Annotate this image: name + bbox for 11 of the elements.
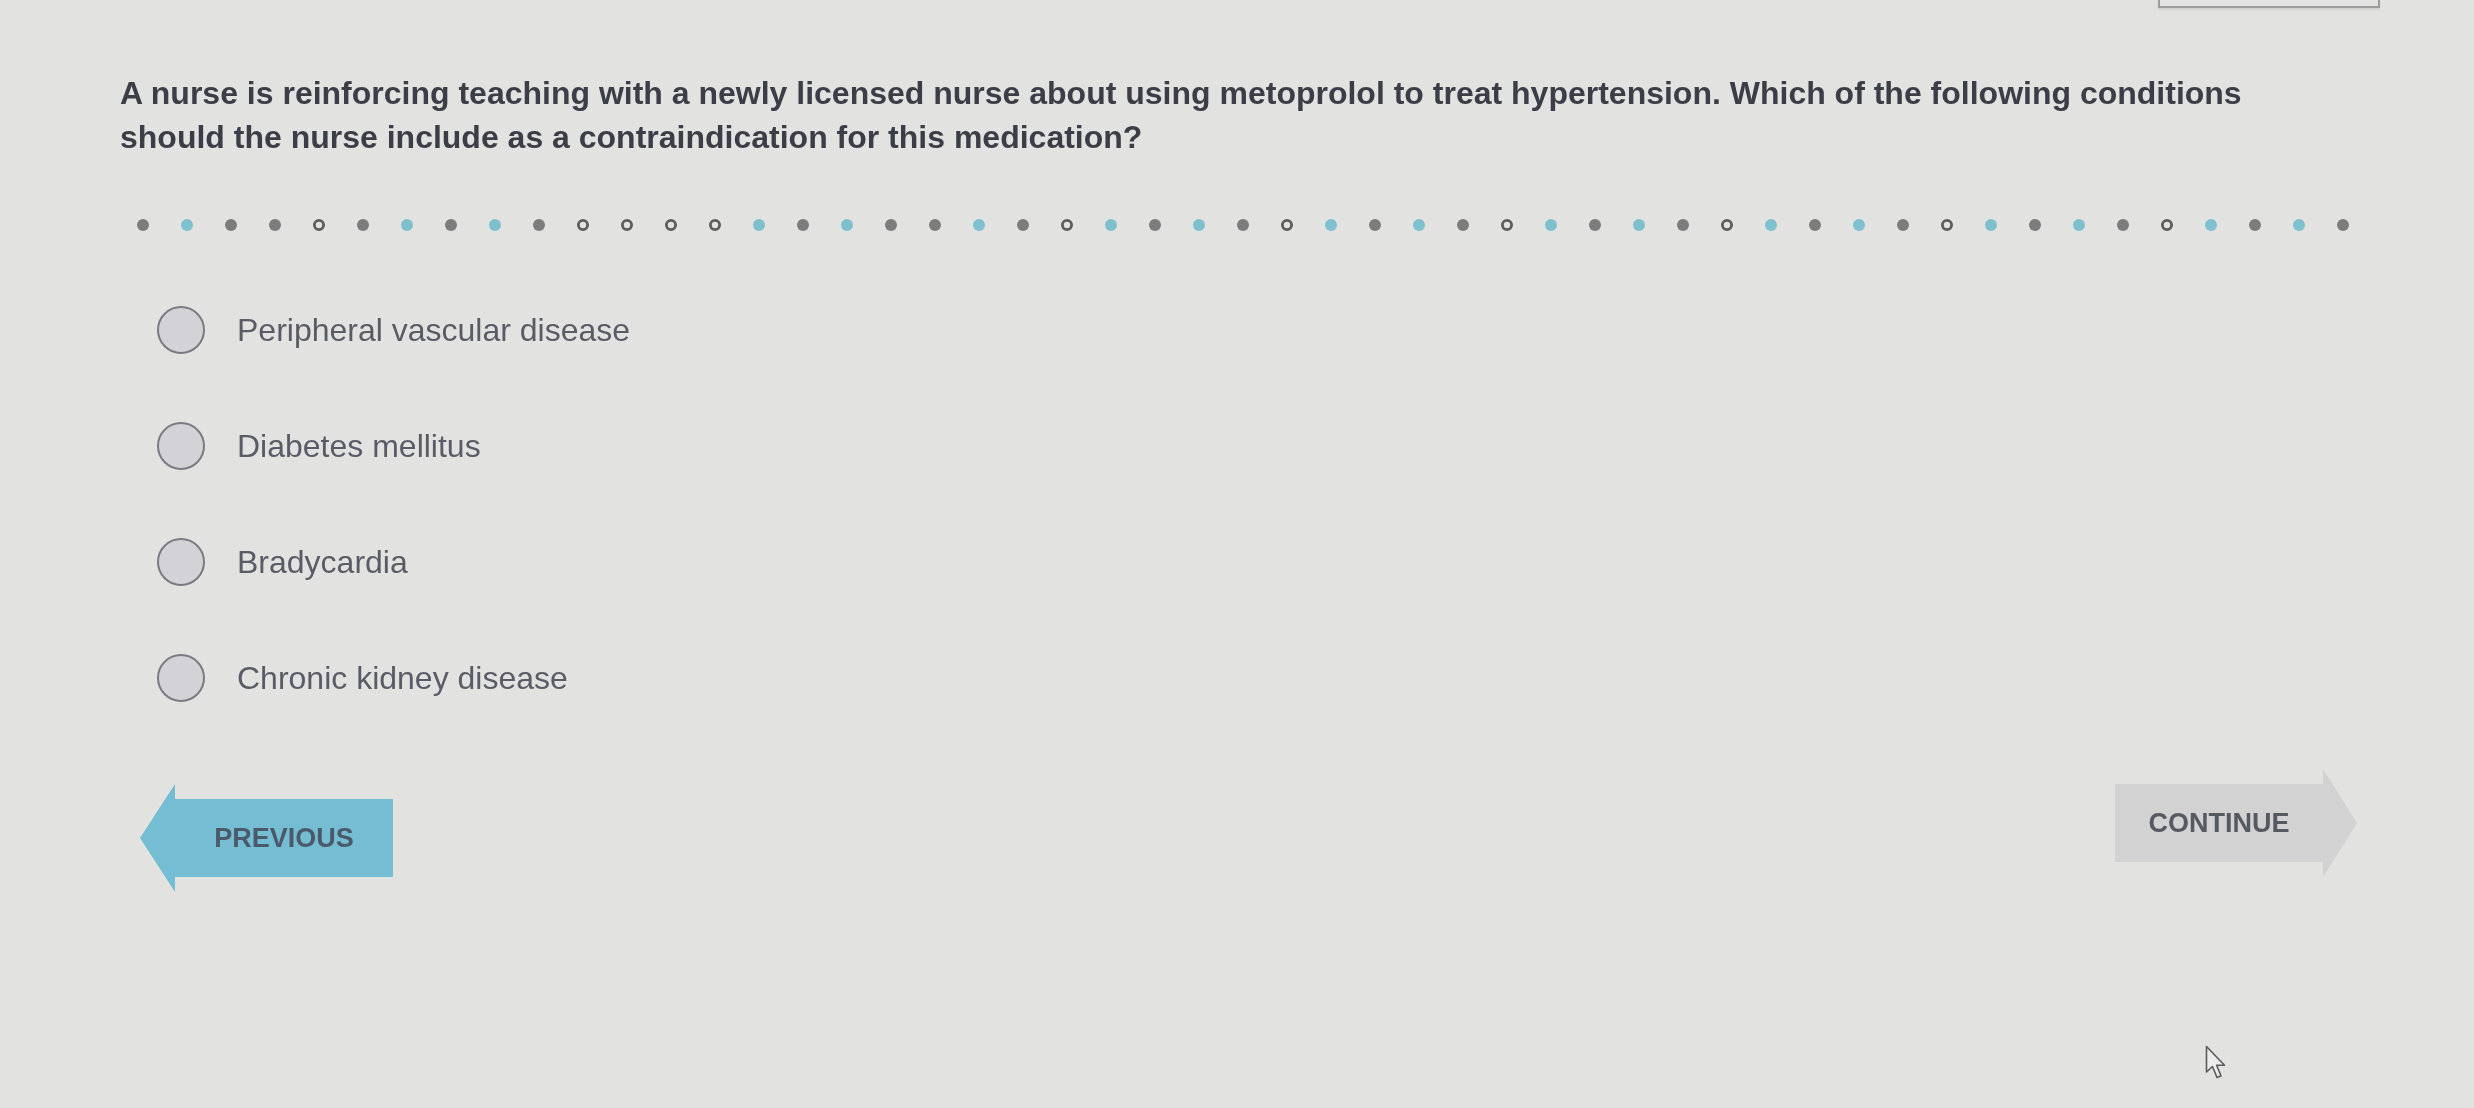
previous-button[interactable]: PREVIOUS: [140, 784, 393, 892]
radio-button[interactable]: [157, 538, 205, 586]
option-label[interactable]: Diabetes mellitus: [237, 427, 481, 465]
option-label[interactable]: Chronic kidney disease: [237, 659, 568, 697]
radio-button[interactable]: [157, 654, 205, 702]
cursor-icon: [2205, 1045, 2228, 1079]
radio-button[interactable]: [157, 422, 205, 470]
option-label[interactable]: Peripheral vascular disease: [237, 311, 631, 349]
radio-button[interactable]: [157, 306, 205, 354]
question-text: A nurse is reinforcing teaching with a newly licensed nurse about using metoprolol to treat hypertension. Which of the following conditions should the nurse include as a contraindication for this medication?: [120, 74, 2243, 157]
option-label[interactable]: Bradycardia: [237, 543, 408, 581]
